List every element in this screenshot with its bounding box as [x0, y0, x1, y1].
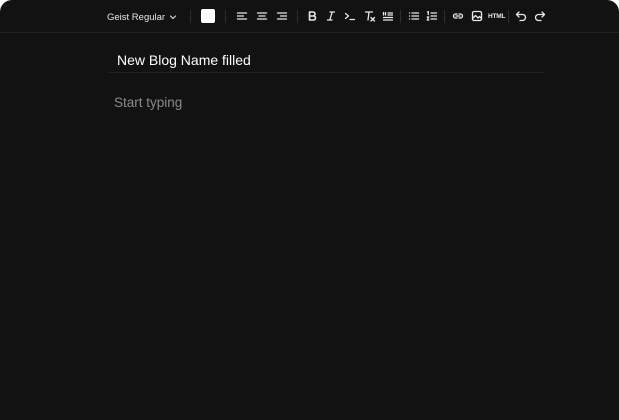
editor-window: Geist Regular HTML New Blog Name filled …	[0, 0, 619, 420]
blog-title-input[interactable]	[107, 47, 545, 73]
undo-icon	[515, 11, 527, 22]
align-right-button[interactable]	[275, 9, 289, 23]
redo-icon	[534, 11, 546, 22]
link-button[interactable]	[451, 9, 465, 23]
undo-button[interactable]	[514, 9, 528, 23]
code-button[interactable]	[343, 9, 357, 23]
blog-body-editor[interactable]: Start typing	[114, 95, 544, 115]
ordered-list-button[interactable]	[425, 9, 439, 23]
italic-button[interactable]	[324, 9, 338, 23]
font-family-label: Geist Regular	[107, 11, 166, 23]
link-icon	[452, 13, 464, 19]
align-center-icon	[256, 12, 268, 20]
italic-icon	[326, 11, 336, 21]
blockquote-button[interactable]	[381, 9, 395, 23]
ordered-list-icon	[426, 10, 438, 21]
align-right-icon	[276, 12, 288, 20]
image-button[interactable]	[470, 9, 484, 23]
blockquote-icon	[382, 11, 394, 21]
bold-icon	[308, 11, 317, 21]
toolbar-separator	[190, 10, 191, 23]
text-color-swatch[interactable]	[201, 9, 215, 23]
bold-button[interactable]	[305, 9, 319, 23]
align-left-icon	[236, 12, 248, 20]
align-center-button[interactable]	[255, 9, 269, 23]
chevron-down-icon	[169, 13, 177, 21]
align-left-button[interactable]	[235, 9, 249, 23]
toolbar-separator	[225, 10, 226, 23]
html-button-label: HTML	[488, 12, 506, 20]
bullet-list-button[interactable]	[407, 9, 421, 23]
font-family-select[interactable]: Geist Regular	[101, 8, 183, 26]
clear-format-button[interactable]	[363, 9, 377, 23]
toolbar-separator	[444, 10, 445, 23]
toolbar-separator	[297, 10, 298, 23]
bullet-list-icon	[408, 12, 420, 20]
code-icon	[344, 12, 356, 21]
toolbar-separator	[508, 10, 509, 23]
html-button[interactable]: HTML	[488, 10, 505, 22]
toolbar-separator	[400, 10, 401, 23]
formatting-toolbar: Geist Regular HTML	[0, 0, 619, 33]
image-icon	[471, 10, 483, 22]
redo-button[interactable]	[533, 9, 547, 23]
body-placeholder: Start typing	[114, 95, 183, 110]
clear-format-icon	[364, 11, 376, 22]
